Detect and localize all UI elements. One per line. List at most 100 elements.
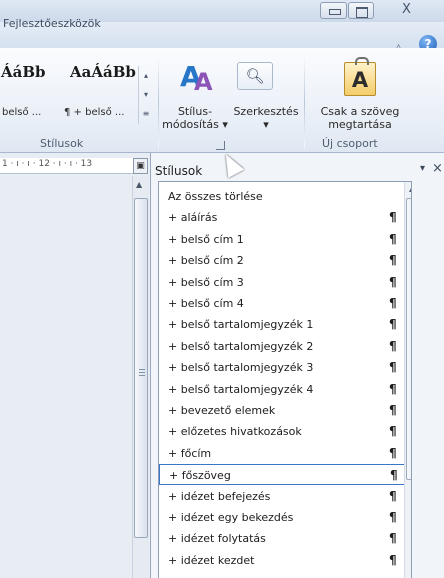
style-name: + idézet befejezés xyxy=(168,489,271,503)
style-name: + belső tartalomjegyzék 4 xyxy=(168,382,314,396)
document-area xyxy=(0,153,150,578)
gallery-up-icon[interactable]: ▴ xyxy=(139,66,153,85)
paragraph-style-icon: ¶ xyxy=(389,552,397,567)
change-styles-label: módosítás ▾ xyxy=(162,118,228,131)
style-name: + belső cím 1 xyxy=(168,232,244,246)
style-name: + belső tartalomjegyzék 1 xyxy=(168,318,314,332)
gallery-style-caption: belső ... xyxy=(2,107,42,118)
change-styles-button[interactable]: Stílus- módosítás ▾ xyxy=(162,105,228,131)
paragraph-style-icon: ¶ xyxy=(389,231,397,246)
document-scrollbar[interactable]: ▲ xyxy=(132,176,149,578)
style-list-item[interactable]: + idézet befejezés ¶ xyxy=(159,486,411,507)
gallery-more-icon[interactable]: ≡ xyxy=(139,104,153,123)
gallery-scroll[interactable]: ▴ ▾ ≡ xyxy=(138,66,153,124)
style-list-item[interactable]: + előzetes hivatkozások ¶ xyxy=(159,421,411,442)
style-list-item[interactable]: + belső cím 4 ¶ xyxy=(159,293,411,314)
styles-pane-header: Stílusok ▾ × xyxy=(151,157,444,183)
keep-text-only-button[interactable]: Csak a szöveg megtartása xyxy=(308,105,412,131)
style-list-item[interactable]: + főcím ¶ xyxy=(159,443,411,464)
horizontal-ruler[interactable]: 1 · ı · ı · 12 · ı · ı · 13 xyxy=(0,158,146,174)
paragraph-style-icon: ¶ xyxy=(389,338,397,353)
minimize-button[interactable] xyxy=(320,2,347,19)
style-list-item[interactable]: + aláírás ¶ xyxy=(159,207,411,228)
style-name: + főcím xyxy=(168,446,212,460)
close-window-button[interactable]: X xyxy=(376,2,444,19)
style-name: + belső cím 2 xyxy=(168,254,244,268)
ruler-ticks: 1 · ı · ı · 12 · ı · ı · 13 xyxy=(2,159,93,169)
close-icon: X xyxy=(402,2,411,17)
style-name: + aláírás xyxy=(168,211,218,225)
paragraph-style-icon: ¶ xyxy=(390,468,398,483)
scroll-thumb[interactable] xyxy=(134,198,148,538)
style-list-item[interactable]: + belső tartalomjegyzék 4 ¶ xyxy=(159,379,411,400)
paragraph-style-icon: ¶ xyxy=(389,317,397,332)
chevron-down-icon: ▾ xyxy=(263,118,269,131)
view-ruler-icon[interactable]: ▣ xyxy=(133,158,148,174)
style-list-item-selected[interactable]: + főszöveg ¶ xyxy=(159,464,411,486)
style-list-item[interactable]: + belső tartalomjegyzék 3 ¶ xyxy=(159,357,411,378)
editing-label: Szerkesztés xyxy=(233,105,299,118)
paragraph-style-icon: ¶ xyxy=(389,445,397,460)
gallery-style-sample[interactable]: AaÁáBb xyxy=(70,63,136,81)
paragraph-style-icon: ¶ xyxy=(389,531,397,546)
keep-text-only-icon[interactable]: A xyxy=(344,57,376,96)
style-name: + belső tartalomjegyzék 3 xyxy=(168,361,314,375)
style-name: + idézet egy bekezdés xyxy=(168,511,294,524)
paragraph-style-icon: ¶ xyxy=(389,510,397,524)
group-label-styles: Stílusok xyxy=(40,137,84,150)
style-list-item[interactable]: + belső tartalomjegyzék 2 ¶ xyxy=(159,336,411,357)
keep-text-label: megtartása xyxy=(328,118,392,131)
keep-text-label: Csak a szöveg xyxy=(320,105,400,118)
style-name: + belső cím 4 xyxy=(168,297,244,310)
style-list-item[interactable]: + belső cím 3 ¶ xyxy=(159,272,411,293)
style-name: + bevezető elemek xyxy=(168,404,276,417)
paragraph-style-icon: ¶ xyxy=(389,403,397,417)
scroll-up-icon[interactable]: ▲ xyxy=(409,184,411,193)
paragraph-style-icon: ¶ xyxy=(389,381,397,396)
gallery-down-icon[interactable]: ▾ xyxy=(139,85,153,104)
style-name: + idézet folytatás xyxy=(168,532,266,546)
style-name: + belső tartalomjegyzék 2 xyxy=(168,339,314,353)
pane-title: Stílusok xyxy=(155,164,203,178)
dialog-launcher-icon[interactable] xyxy=(216,141,225,150)
style-list-item[interactable]: + belső tartalomjegyzék 1 ¶ xyxy=(159,314,411,335)
tab-developer[interactable]: Fejlesztőeszközök xyxy=(3,17,101,30)
styles-list-scrollbar[interactable]: ▲ xyxy=(404,182,411,578)
paragraph-style-icon: ¶ xyxy=(389,360,397,375)
styles-gallery[interactable]: ÁáBb AaÁáBb belső ... ¶ + belső ... xyxy=(0,63,140,133)
style-list-item[interactable]: + idézet folytatás ¶ xyxy=(159,528,411,549)
style-list-item[interactable]: + belső cím 1 ¶ xyxy=(159,229,411,250)
change-styles-label: Stílus- xyxy=(177,105,213,118)
clear-all-item[interactable]: Az összes törlése xyxy=(159,186,411,207)
style-name: + belső cím 3 xyxy=(168,275,244,289)
paragraph-style-icon: ¶ xyxy=(389,296,397,310)
scroll-thumb[interactable] xyxy=(406,198,411,480)
paragraph-style-icon: ¶ xyxy=(389,274,397,289)
paragraph-style-icon: ¶ xyxy=(389,253,397,268)
style-name: Az összes törlése xyxy=(168,190,263,203)
group-divider xyxy=(304,58,305,148)
style-list-item[interactable]: + belső cím 2 ¶ xyxy=(159,250,411,271)
paragraph-style-icon: ¶ xyxy=(389,210,397,225)
paragraph-style-icon: ¶ xyxy=(389,488,397,503)
styles-list[interactable]: + idézet kezdet ¶ + idézet folytatás ¶ + idé… xyxy=(158,181,412,578)
style-list-item[interactable]: + bevezető elemek ¶ xyxy=(159,400,411,421)
maximize-button[interactable] xyxy=(348,2,374,19)
change-styles-icon[interactable]: AA xyxy=(176,60,216,96)
paragraph-style-icon: ¶ xyxy=(389,424,397,439)
scroll-up-icon[interactable]: ▲ xyxy=(136,180,142,189)
style-name: + főszöveg xyxy=(169,469,231,483)
pane-options-icon[interactable]: ▾ xyxy=(420,163,425,174)
editing-button[interactable]: Szerkesztés ▾ xyxy=(231,105,301,131)
group-divider xyxy=(158,58,159,148)
group-label-new-group: Új csoport xyxy=(322,137,378,150)
binoculars-icon[interactable]: 🔍︎ xyxy=(237,62,273,90)
style-list-item[interactable]: + idézet kezdet ¶ xyxy=(159,550,411,571)
style-name: + idézet kezdet xyxy=(168,553,255,567)
styles-pane: Stílusok ▾ × + idézet kezdet ¶ + idézet fo… xyxy=(150,153,444,578)
style-name: + előzetes hivatkozások xyxy=(168,425,302,439)
gallery-style-caption: ¶ + belső ... xyxy=(64,107,125,118)
style-list-item[interactable]: + idézet egy bekezdés ¶ xyxy=(159,507,411,528)
gallery-style-sample[interactable]: ÁáBb xyxy=(1,63,46,81)
close-pane-icon[interactable]: × xyxy=(432,161,443,176)
